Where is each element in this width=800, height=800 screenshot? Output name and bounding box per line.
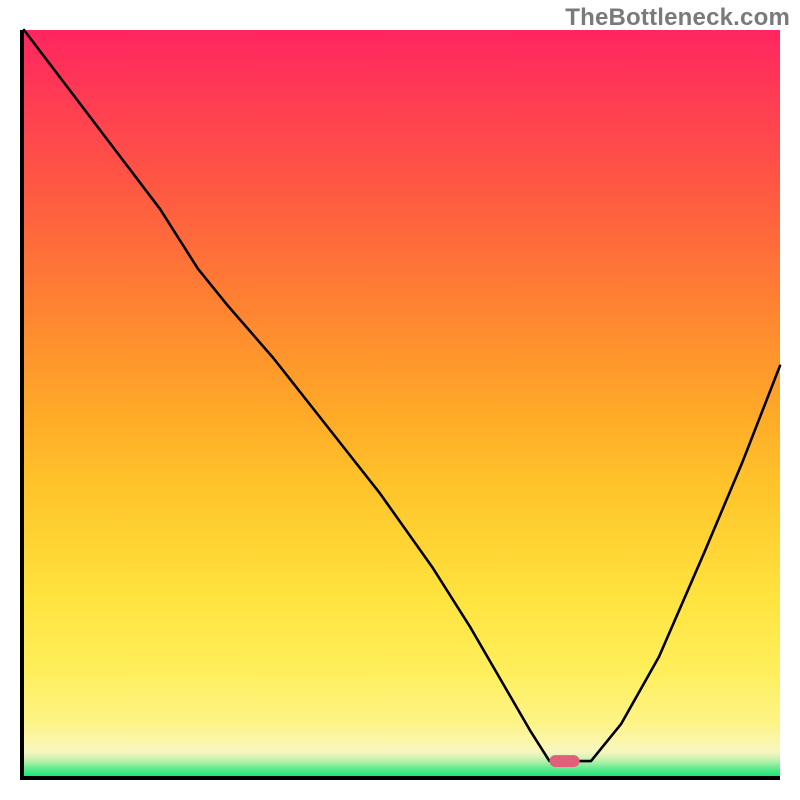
optimal-marker	[549, 755, 579, 767]
bottleneck-curve	[24, 30, 780, 761]
plot-area	[20, 30, 780, 780]
chart-svg	[24, 30, 780, 776]
watermark-text: TheBottleneck.com	[565, 4, 790, 32]
